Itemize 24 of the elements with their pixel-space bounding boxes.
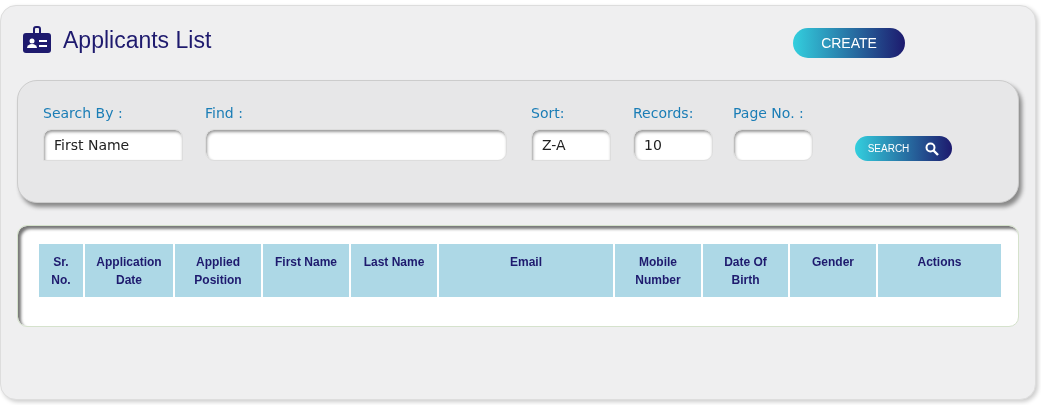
column-header: First Name [263, 244, 349, 297]
column-header: Applied Position [175, 244, 261, 297]
id-badge-icon [23, 26, 51, 54]
column-header: Last Name [351, 244, 437, 297]
column-header: Date Of Birth [703, 244, 788, 297]
column-header: Email [439, 244, 613, 297]
field-label: Search By : [43, 105, 124, 123]
field-label: Find : [205, 105, 244, 123]
field-label: Page No. : [733, 105, 805, 123]
field-label: Records: [633, 105, 695, 123]
create-button[interactable]: CREATE [793, 28, 905, 58]
input-field[interactable] [205, 129, 507, 161]
column-header: Sr. No. [39, 244, 83, 297]
input-field[interactable]: 10 [633, 129, 713, 161]
column-header: Application Date [85, 244, 173, 297]
column-header: Mobile Number [615, 244, 701, 297]
page-title: Applicants List [63, 26, 213, 54]
field-label: Sort: [531, 105, 566, 123]
input-field[interactable] [733, 129, 813, 161]
dropdown-field[interactable]: Z-A [531, 129, 611, 161]
dropdown-field[interactable]: First Name [43, 129, 183, 161]
column-header: Gender [790, 244, 876, 297]
search-icon [925, 141, 940, 156]
column-header: Actions [878, 244, 1001, 297]
